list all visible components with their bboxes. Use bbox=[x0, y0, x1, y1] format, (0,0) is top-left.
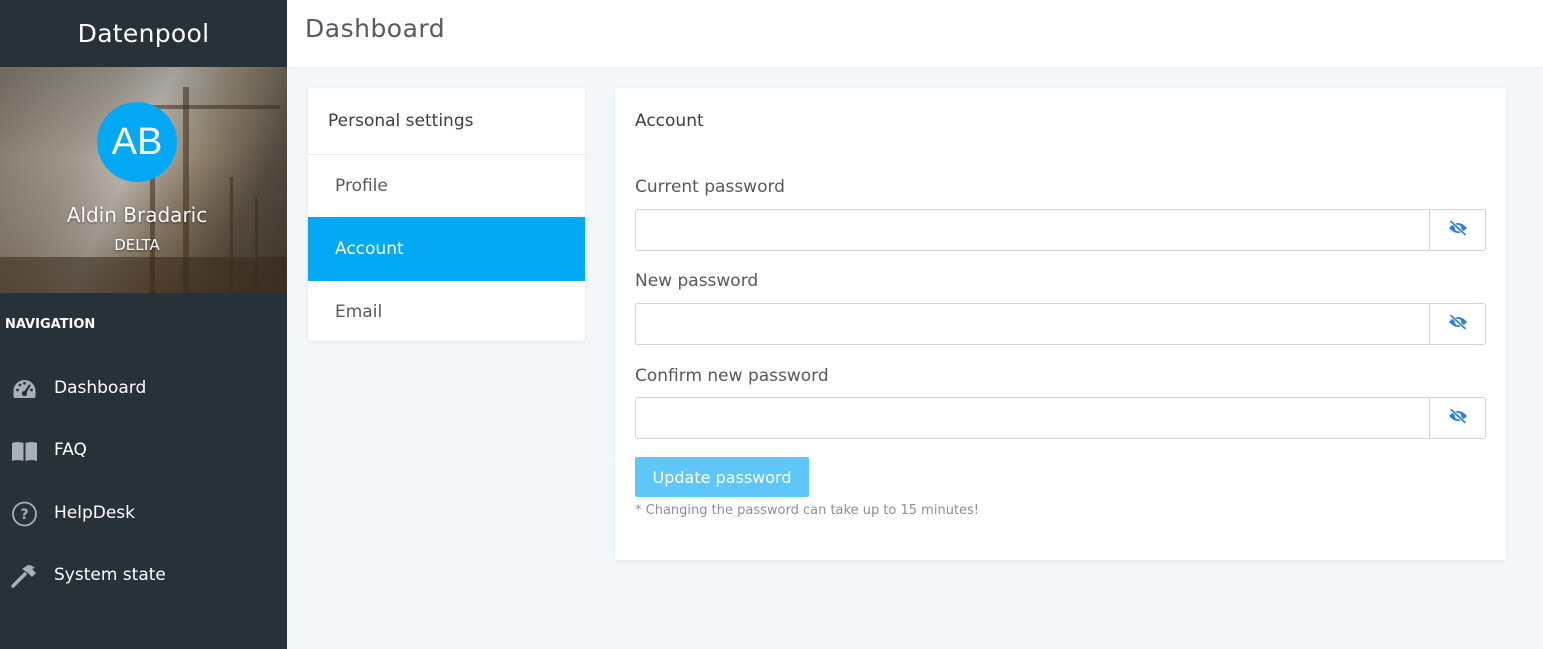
current-password-group bbox=[635, 209, 1486, 251]
new-password-group bbox=[635, 303, 1486, 345]
confirm-password-label: Confirm new password bbox=[635, 366, 829, 386]
sidebar-item-label: FAQ bbox=[54, 440, 87, 460]
confirm-password-input[interactable] bbox=[636, 398, 1429, 438]
eye-slash-icon bbox=[1448, 314, 1468, 334]
personal-settings-card: Personal settings Profile Account Email bbox=[308, 88, 585, 341]
sidebar-item-faq[interactable]: FAQ bbox=[0, 428, 287, 472]
settings-item-account[interactable]: Account bbox=[308, 217, 585, 281]
eye-slash-icon bbox=[1448, 220, 1468, 240]
banner-rebar bbox=[230, 177, 233, 293]
hammer-icon bbox=[11, 563, 38, 589]
top-bar: Dashboard bbox=[287, 0, 1543, 67]
banner-structure bbox=[0, 257, 287, 293]
dashboard-gauge-icon bbox=[11, 376, 38, 402]
personal-settings-title: Personal settings bbox=[308, 88, 585, 155]
account-card: Account Current password New password Co… bbox=[615, 88, 1506, 560]
update-password-button[interactable]: Update password bbox=[635, 457, 809, 497]
profile-banner: AB Aldin Bradaric DELTA bbox=[0, 67, 287, 293]
eye-slash-icon bbox=[1448, 408, 1468, 428]
new-password-label: New password bbox=[635, 271, 759, 291]
new-password-input[interactable] bbox=[636, 304, 1429, 344]
book-icon bbox=[11, 438, 38, 464]
sidebar-item-label: System state bbox=[54, 565, 166, 585]
current-password-input[interactable] bbox=[636, 210, 1429, 250]
settings-item-profile[interactable]: Profile bbox=[308, 155, 585, 217]
user-name: Aldin Bradaric bbox=[66, 203, 208, 227]
current-password-label: Current password bbox=[635, 177, 785, 197]
sidebar-item-label: HelpDesk bbox=[54, 503, 136, 523]
account-card-title: Account bbox=[635, 111, 704, 131]
sidebar-item-dashboard[interactable]: Dashboard bbox=[0, 366, 287, 410]
settings-item-email[interactable]: Email bbox=[308, 281, 585, 341]
page-title: Dashboard bbox=[305, 14, 446, 43]
svg-text:?: ? bbox=[20, 507, 28, 523]
nav-heading: NAVIGATION bbox=[5, 317, 96, 332]
current-password-toggle-button[interactable] bbox=[1429, 210, 1485, 250]
sidebar-item-label: Dashboard bbox=[54, 378, 147, 398]
password-change-hint: * Changing the password can take up to 1… bbox=[635, 503, 980, 518]
sidebar: Datenpool AB Aldin Bradaric DELTA NAVIGA… bbox=[0, 0, 287, 649]
new-password-toggle-button[interactable] bbox=[1429, 304, 1485, 344]
sidebar-item-helpdesk[interactable]: ? HelpDesk bbox=[0, 491, 287, 535]
sidebar-item-system-state[interactable]: System state bbox=[0, 553, 287, 597]
question-circle-icon: ? bbox=[11, 501, 38, 527]
brand-title[interactable]: Datenpool bbox=[0, 0, 287, 67]
avatar[interactable]: AB bbox=[97, 102, 177, 182]
confirm-password-group bbox=[635, 397, 1486, 439]
user-organization: DELTA bbox=[114, 236, 160, 254]
confirm-password-toggle-button[interactable] bbox=[1429, 398, 1485, 438]
